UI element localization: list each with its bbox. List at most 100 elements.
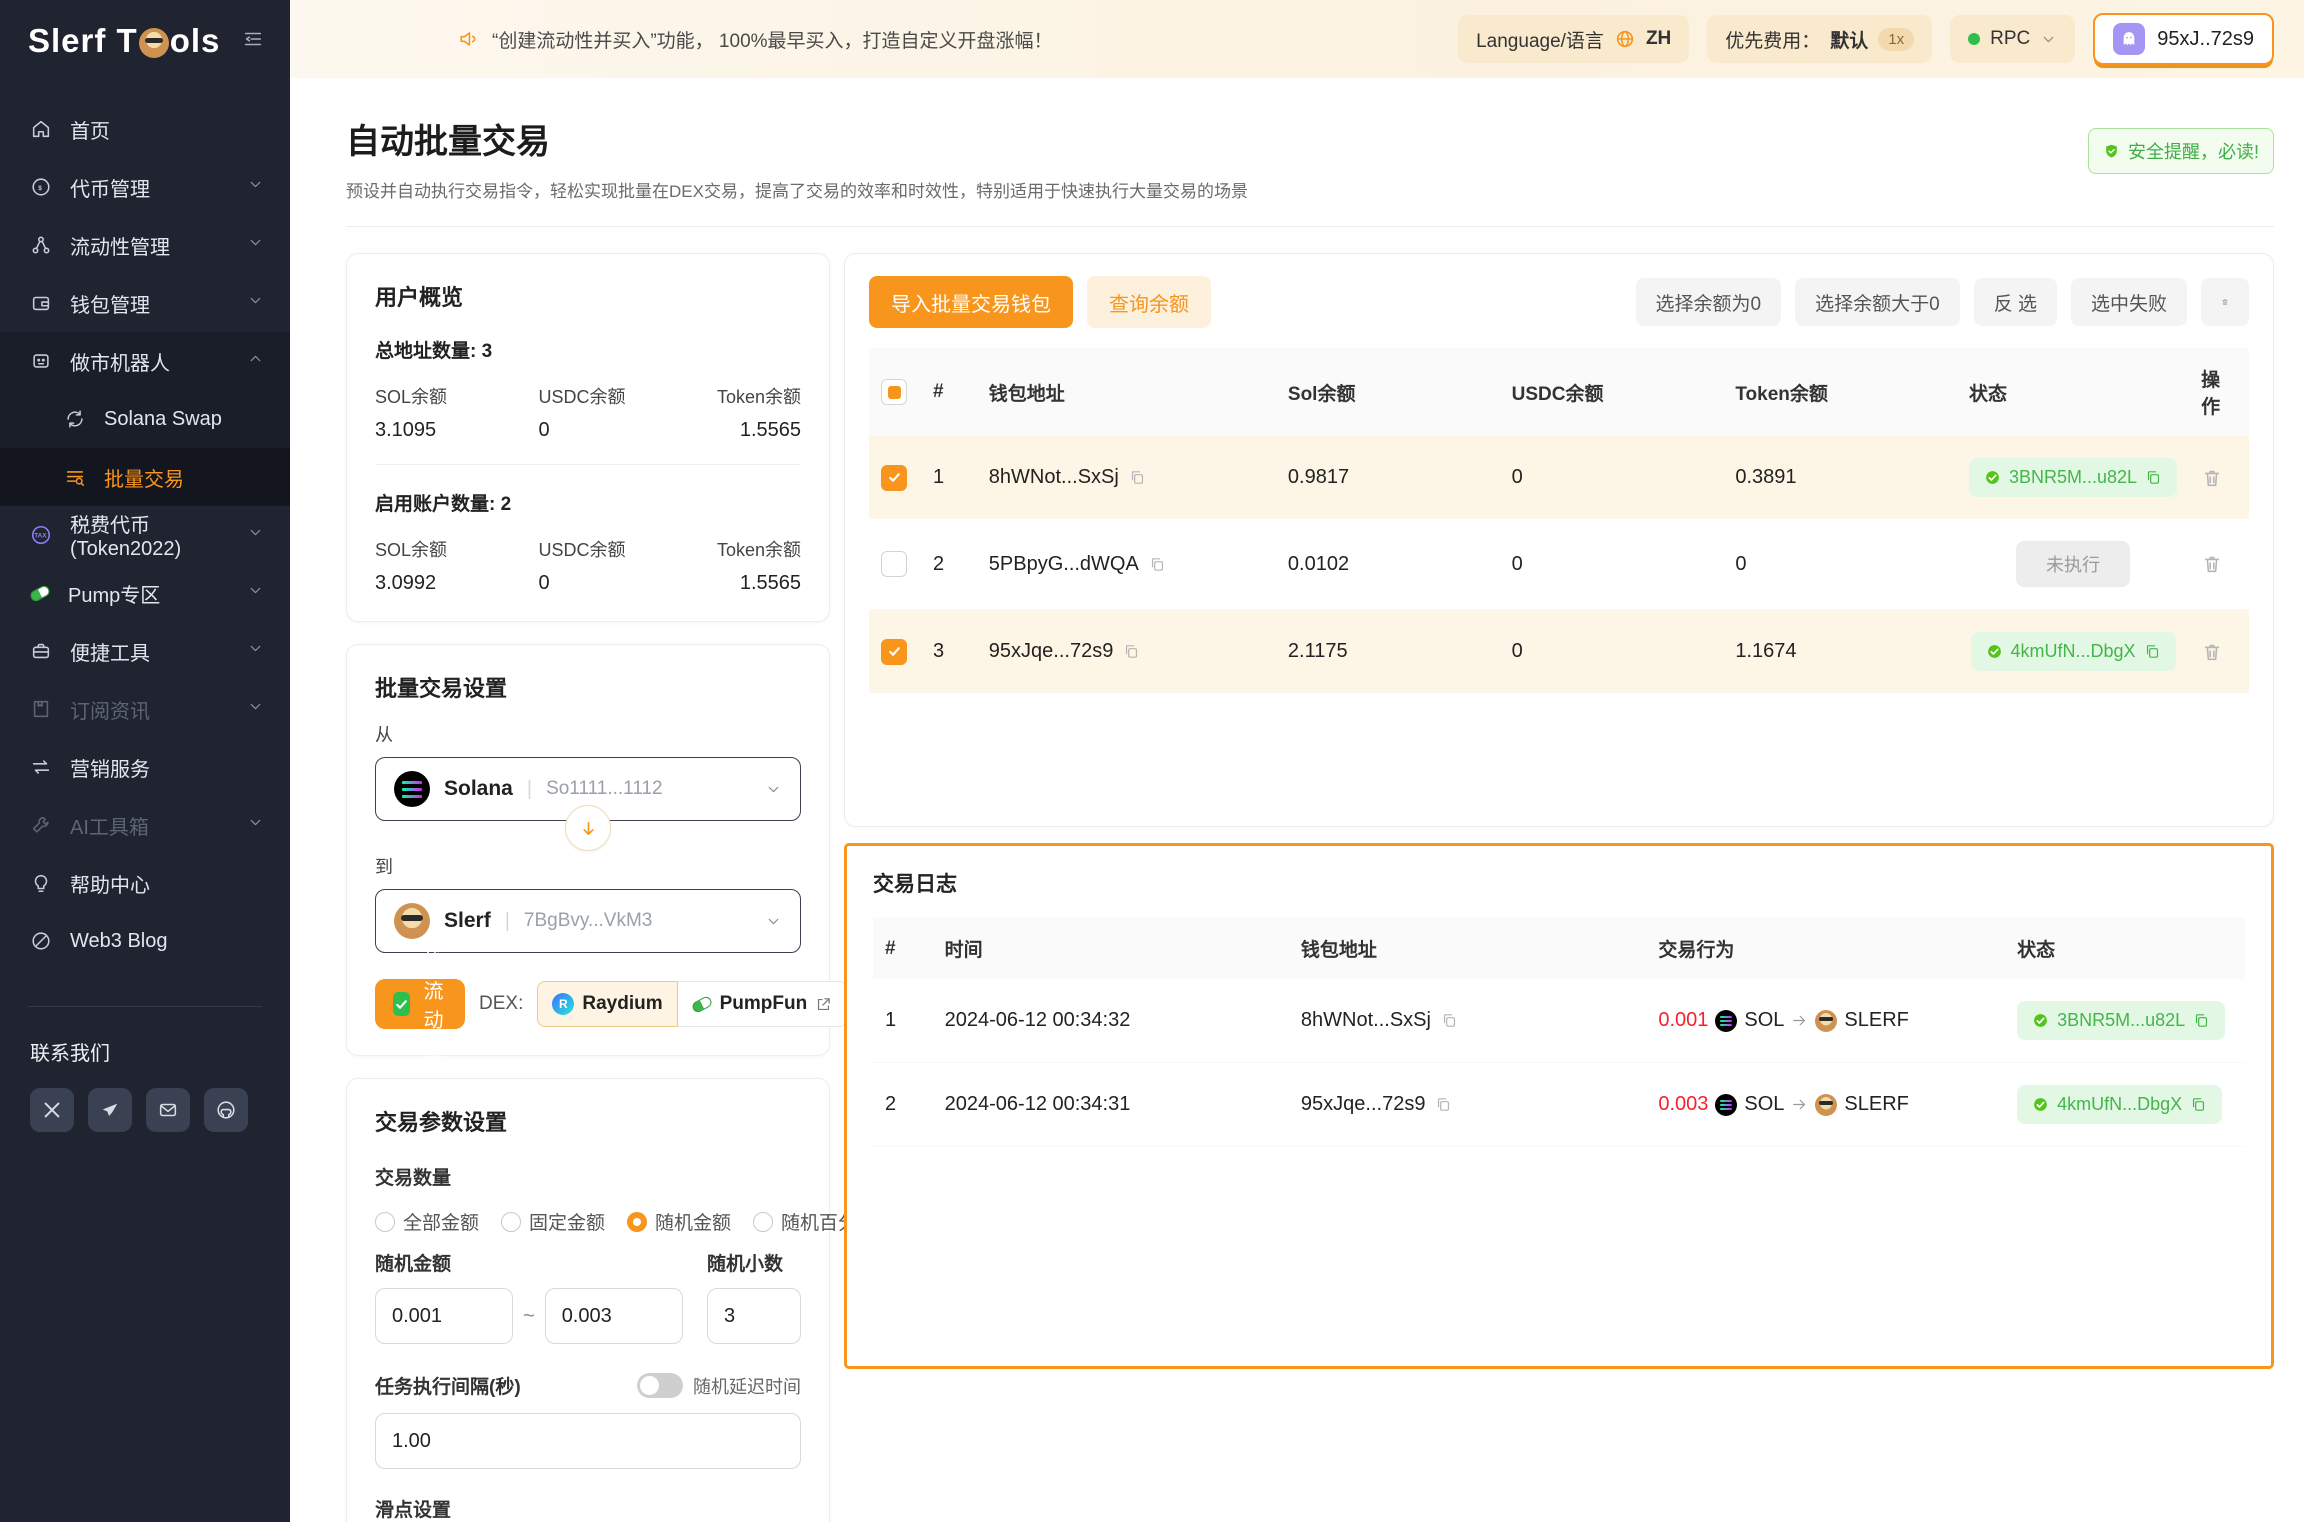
priority-multiplier-badge: 1x	[1878, 28, 1914, 51]
delete-row-icon[interactable]	[2201, 467, 2237, 489]
dex-pumpfun-button[interactable]: PumpFun	[678, 981, 848, 1027]
sidebar-item-help-center[interactable]: 帮助中心	[0, 854, 290, 912]
wallet-table-panel: 导入批量交易钱包 查询余额 选择余额为0 选择余额大于0 反 选 选中失败	[844, 253, 2274, 827]
row-checkbox[interactable]	[881, 551, 907, 577]
sidebar-item-pump-zone[interactable]: Pump专区	[0, 564, 290, 622]
import-wallets-button[interactable]: 导入批量交易钱包	[869, 276, 1073, 328]
interval-input[interactable]	[375, 1413, 801, 1469]
tx-status-badge[interactable]: 3BNR5M...u82L	[2017, 1001, 2225, 1040]
wallet-connect-button[interactable]: 95xJ..72s9	[2093, 13, 2274, 65]
robot-icon	[30, 350, 52, 372]
enabled-usdc-balance: USDC余额0	[538, 536, 625, 595]
copy-icon	[2145, 469, 2162, 486]
sidebar-menu: 首页 $ 代币管理 流动性管理 钱包管理 做市机器人 Solana Swa	[0, 74, 290, 970]
external-link-icon	[815, 996, 832, 1013]
email-icon[interactable]	[146, 1088, 190, 1132]
language-selector[interactable]: Language/语言 ZH	[1458, 15, 1689, 63]
priority-fee-selector[interactable]: 优先费用： 默认 1x	[1707, 15, 1932, 63]
batch-trade-settings-card: 批量交易设置 从 Solana | So1111...1112 到 Slerf …	[346, 644, 830, 1056]
radio-all-amount[interactable]: 全部金额	[375, 1208, 479, 1235]
sidebar-item-home[interactable]: 首页	[0, 100, 290, 158]
random-delay-toggle[interactable]	[637, 1373, 683, 1398]
dex-raydium-button[interactable]: R Raydium	[537, 981, 677, 1027]
app-logo[interactable]: Slerf Tols	[28, 22, 220, 60]
pill-icon	[30, 588, 50, 599]
copy-icon[interactable]	[1435, 1096, 1452, 1113]
svg-text:TAX: TAX	[34, 532, 47, 539]
sidebar-item-tools[interactable]: 便捷工具	[0, 622, 290, 680]
x-twitter-icon[interactable]	[30, 1088, 74, 1132]
random-amount-max-input[interactable]	[545, 1288, 683, 1344]
safety-notice-button[interactable]: 安全提醒，必读!	[2088, 128, 2274, 174]
select-all-checkbox[interactable]	[881, 379, 907, 405]
globe-icon	[1614, 28, 1636, 50]
select-failed-button[interactable]: 选中失败	[2071, 278, 2187, 326]
copy-icon[interactable]	[1441, 1012, 1458, 1029]
sidebar-item-wallet-management[interactable]: 钱包管理	[0, 274, 290, 332]
copy-icon[interactable]	[1149, 556, 1166, 573]
sidebar-item-token-management[interactable]: $ 代币管理	[0, 158, 290, 216]
lightbulb-icon	[30, 872, 52, 894]
copy-icon[interactable]	[1129, 469, 1146, 486]
settings-title: 批量交易设置	[375, 671, 801, 703]
sidebar-item-tax-token[interactable]: TAX 税费代币(Token2022)	[0, 506, 290, 564]
home-icon	[30, 118, 52, 140]
log-row: 1 2024-06-12 00:34:32 8hWNot...SxSj 0.00…	[873, 979, 2245, 1063]
invert-selection-button[interactable]: 反 选	[1974, 278, 2057, 326]
query-balance-button[interactable]: 查询余额	[1087, 276, 1211, 328]
sidebar-item-batch-trade[interactable]: 批量交易	[0, 448, 290, 506]
random-amount-min-input[interactable]	[375, 1288, 513, 1344]
tx-status-badge[interactable]: 4kmUfN...DbgX	[2017, 1085, 2222, 1124]
github-icon[interactable]	[204, 1088, 248, 1132]
sidebar-item-web3-blog[interactable]: Web3 Blog	[0, 912, 290, 970]
copy-icon	[2193, 1012, 2210, 1029]
radio-fixed-amount[interactable]: 固定金额	[501, 1208, 605, 1235]
copy-icon[interactable]	[1123, 643, 1140, 660]
sidebar-item-solana-swap[interactable]: Solana Swap	[0, 390, 290, 448]
copy-icon	[2144, 643, 2161, 660]
sidebar-item-news[interactable]: 订阅资讯	[0, 680, 290, 738]
solana-icon	[394, 771, 430, 807]
sidebar-item-ai-toolbox[interactable]: AI工具箱	[0, 796, 290, 854]
coin-icon: $	[30, 176, 52, 198]
wrench-icon	[30, 814, 52, 836]
row-checkbox[interactable]	[881, 465, 907, 491]
telegram-icon[interactable]	[88, 1088, 132, 1132]
slippage-label: 滑点设置	[375, 1495, 801, 1522]
radio-random-amount[interactable]: 随机金额	[627, 1208, 731, 1235]
swap-direction-button[interactable]	[565, 805, 611, 851]
collapse-sidebar-icon[interactable]	[242, 28, 264, 55]
user-overview-card: 用户概览 总地址数量: 3 SOL余额3.1095 USDC余额0 Token余…	[346, 253, 830, 622]
rpc-selector[interactable]: RPC	[1950, 15, 2075, 63]
total-sol-balance: SOL余额3.1095	[375, 383, 447, 442]
delete-row-icon[interactable]	[2201, 553, 2237, 575]
trade-params-card: 交易参数设置 交易数量 全部金额 固定金额 随机金额 随机百分比 随机金额 ~	[346, 1078, 830, 1522]
delete-row-icon[interactable]	[2201, 641, 2237, 663]
tx-status-badge[interactable]: 4kmUfN...DbgX	[1971, 632, 2176, 671]
sidebar-item-marketing[interactable]: 营销服务	[0, 738, 290, 796]
table-row: 2 5PBpyG...dWQA 0.0102 0 0 未执行	[869, 519, 2249, 610]
dex-label: DEX:	[479, 993, 523, 1015]
shield-check-icon	[2103, 143, 2120, 160]
pumpfun-icon	[690, 994, 713, 1013]
find-liquidity-pool-button[interactable]: 查找流动性池	[375, 979, 465, 1029]
total-usdc-balance: USDC余额0	[538, 383, 625, 442]
copy-icon	[2190, 1096, 2207, 1113]
page-title: 自动批量交易	[346, 114, 1248, 163]
sidebar-item-liquidity-management[interactable]: 流动性管理	[0, 216, 290, 274]
row-checkbox[interactable]	[881, 639, 907, 665]
solana-icon	[1715, 1010, 1737, 1032]
select-gt-zero-button[interactable]: 选择余额大于0	[1795, 278, 1960, 326]
chevron-down-icon	[247, 234, 264, 257]
tx-status-badge[interactable]: 3BNR5M...u82L	[1969, 458, 2177, 497]
sidebar-item-market-maker-bot[interactable]: 做市机器人	[0, 332, 290, 390]
check-circle-icon	[1984, 469, 2001, 486]
random-decimals-input[interactable]	[707, 1288, 801, 1344]
chevron-down-icon	[247, 524, 264, 547]
arrow-down-icon	[580, 820, 597, 837]
delete-selected-button[interactable]	[2201, 278, 2249, 326]
phantom-wallet-icon	[2113, 23, 2145, 55]
trade-log-table: # 时间 钱包地址 交易行为 状态 1 2024-06-12 00:34:32 …	[873, 918, 2245, 1147]
select-zero-balance-button[interactable]: 选择余额为0	[1636, 278, 1782, 326]
chevron-down-icon	[247, 176, 264, 199]
